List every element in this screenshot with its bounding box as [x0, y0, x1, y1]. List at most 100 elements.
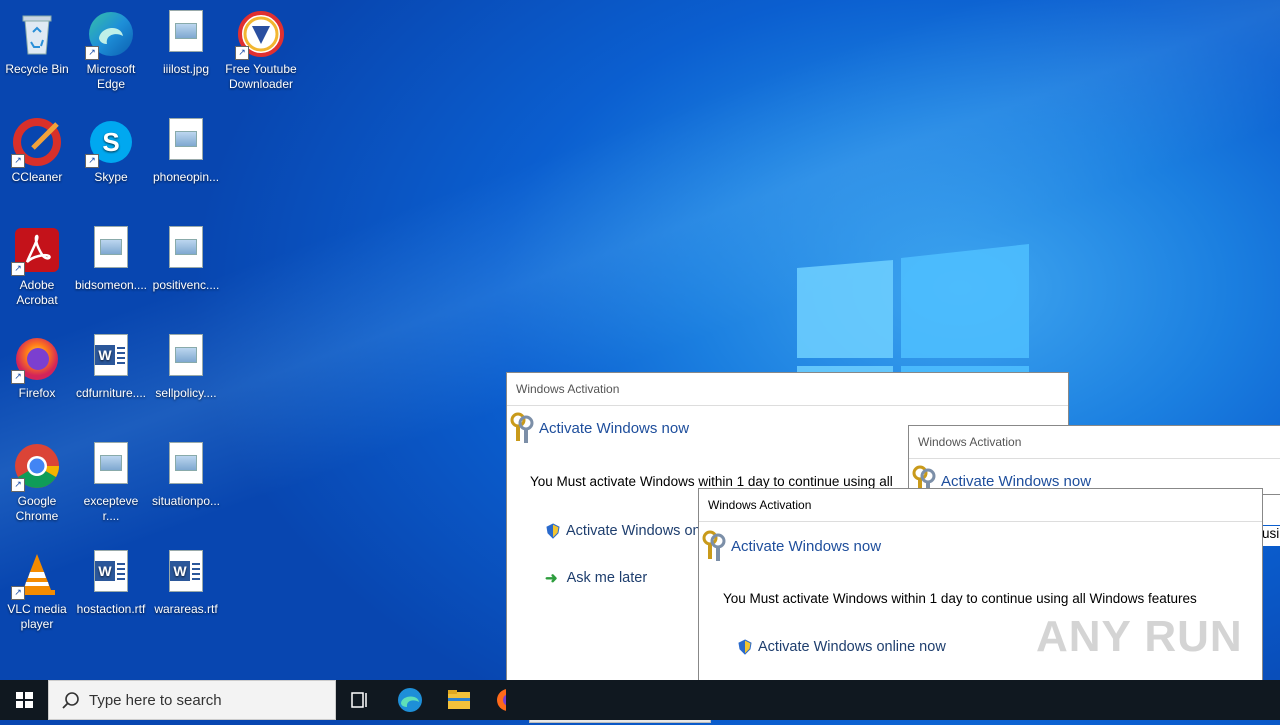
desktop-icon-label: Free Youtube Downloader — [225, 62, 297, 91]
desktop-icon-ccleaner[interactable]: ↗ CCleaner — [0, 112, 74, 185]
dialog-title: Windows Activation — [699, 489, 1262, 522]
recycle-bin-icon — [13, 10, 61, 58]
dialog-header: Activate Windows now — [699, 529, 881, 563]
desktop-icon-label: Skype — [94, 170, 128, 184]
desktop-icon-word-file[interactable]: W hostaction.rtf — [74, 544, 148, 617]
desktop-icon-recycle-bin[interactable]: Recycle Bin — [0, 4, 74, 77]
activation-dialog-middle[interactable]: Windows Activation Activate Windows now — [908, 425, 1280, 495]
activate-now-link[interactable]: Activate Windows now — [731, 538, 881, 555]
task-view-icon — [351, 692, 367, 708]
shortcut-arrow-icon: ↗ — [235, 46, 249, 60]
word-file-icon: W — [87, 334, 135, 382]
desktop-icon-label: phoneopin... — [152, 170, 220, 184]
image-file-icon — [162, 10, 210, 58]
edge-icon: ↗ — [85, 10, 135, 60]
desktop-icon-label: situationpo... — [151, 494, 221, 508]
youtube-downloader-icon: ↗ — [235, 10, 285, 60]
shortcut-arrow-icon: ↗ — [85, 154, 99, 168]
chrome-icon: ↗ — [11, 442, 61, 492]
image-file-icon — [87, 442, 135, 490]
keys-icon — [507, 411, 537, 445]
desktop-icon-label: Recycle Bin — [5, 62, 69, 76]
svg-text:S: S — [102, 127, 119, 157]
folder-icon — [448, 690, 470, 709]
keys-icon — [699, 529, 729, 563]
edge-icon — [398, 688, 422, 712]
desktop-icon-image-file[interactable]: bidsomeon.... — [74, 220, 148, 293]
desktop-icon-image-file[interactable]: phoneopin... — [149, 112, 223, 185]
task-view-button[interactable] — [336, 680, 384, 720]
desktop-icon-image-file[interactable]: situationpo... — [149, 436, 223, 509]
shortcut-arrow-icon: ↗ — [11, 478, 25, 492]
search-placeholder: Type here to search — [89, 692, 222, 709]
shield-icon — [738, 639, 752, 655]
start-button[interactable] — [0, 680, 48, 720]
option-activate-online[interactable]: Activate Windows online now — [737, 639, 946, 655]
desktop-icon-label: iiilost.jpg — [162, 62, 210, 76]
desktop-icon-free-youtube-downloader[interactable]: ↗ Free Youtube Downloader — [224, 4, 298, 92]
desktop-icon-image-file[interactable]: sellpolicy.... — [149, 328, 223, 401]
desktop-icon-label: hostaction.rtf — [76, 602, 146, 616]
activate-now-link[interactable]: Activate Windows now — [941, 473, 1091, 490]
firefox-icon: ↗ — [11, 334, 61, 384]
desktop-icon-label: positivenc.... — [152, 278, 220, 292]
desktop-icon-microsoft-edge[interactable]: ↗ Microsoft Edge — [74, 4, 148, 92]
shortcut-arrow-icon: ↗ — [11, 370, 25, 384]
dialog-title: Windows Activation — [507, 373, 1068, 406]
shortcut-arrow-icon: ↗ — [11, 154, 25, 168]
activate-now-link[interactable]: Activate Windows now — [539, 420, 689, 437]
desktop-icon-image-file[interactable]: iiilost.jpg — [149, 4, 223, 77]
desktop-icon-label: warareas.rtf — [154, 602, 218, 616]
taskbar-file-explorer-button[interactable] — [435, 680, 483, 720]
shortcut-arrow-icon: ↗ — [11, 262, 25, 276]
activation-message: You Must activate Windows within 1 day t… — [723, 591, 1197, 606]
middle-dialog-overflow-text: usi — [1262, 526, 1280, 546]
taskbar: Type here to search — [0, 680, 1280, 720]
option-activate-online[interactable]: Activate Windows on — [545, 523, 701, 539]
dialog-header: Activate Windows now — [507, 411, 689, 445]
desktop-icon-google-chrome[interactable]: ↗ Google Chrome — [0, 436, 74, 524]
desktop-icon-skype[interactable]: S ↗ Skype — [74, 112, 148, 185]
firefox-icon — [497, 689, 506, 711]
desktop-icon-word-file[interactable]: W cdfurniture.... — [74, 328, 148, 401]
desktop-icon-label: cdfurniture.... — [75, 386, 147, 400]
vlc-icon: ↗ — [11, 550, 61, 600]
desktop-icon-label: Microsoft Edge — [86, 62, 136, 91]
desktop-icon-label: Firefox — [18, 386, 56, 400]
image-file-icon — [162, 118, 210, 166]
desktop-icon-label: excepteve r.... — [83, 494, 139, 523]
desktop-icon-word-file[interactable]: W warareas.rtf — [149, 544, 223, 617]
desktop-icon-vlc[interactable]: ↗ VLC media player — [0, 544, 74, 632]
shield-icon — [546, 523, 560, 539]
skype-icon: S ↗ — [85, 118, 135, 168]
desktop-icon-firefox[interactable]: ↗ Firefox — [0, 328, 74, 401]
desktop-icon-label: sellpolicy.... — [155, 386, 217, 400]
desktop-icon-adobe-acrobat[interactable]: ↗ Adobe Acrobat — [0, 220, 74, 308]
middle-dialog-body — [1262, 495, 1280, 525]
word-file-icon: W — [87, 550, 135, 598]
desktop-icon-label: Adobe Acrobat — [16, 278, 58, 307]
desktop-icon-label: Google Chrome — [15, 494, 59, 523]
desktop-icon-image-file[interactable]: positivenc.... — [149, 220, 223, 293]
desktop-icon-label: VLC media player — [7, 602, 67, 631]
search-icon — [62, 692, 79, 709]
taskbar-search-box[interactable]: Type here to search — [48, 680, 336, 720]
image-file-icon — [162, 334, 210, 382]
shortcut-arrow-icon: ↗ — [85, 46, 99, 60]
image-file-icon — [87, 226, 135, 274]
image-file-icon — [162, 442, 210, 490]
desktop-icon-image-file[interactable]: excepteve r.... — [74, 436, 148, 524]
option-ask-later[interactable]: ➜ Ask me later — [545, 569, 647, 587]
dialog-title: Windows Activation — [909, 426, 1280, 459]
anyrun-watermark: ANY RUN — [1036, 612, 1243, 661]
taskbar-edge-button[interactable] — [386, 680, 434, 720]
taskbar-firefox-button[interactable] — [484, 680, 506, 720]
desktop-icon-label: bidsomeon.... — [74, 278, 148, 292]
green-arrow-icon: ➜ — [545, 570, 558, 587]
desktop-icon-label: CCleaner — [11, 170, 63, 184]
windows-start-icon — [16, 692, 33, 708]
shortcut-arrow-icon: ↗ — [11, 586, 25, 600]
activation-message: You Must activate Windows within 1 day t… — [530, 474, 893, 489]
wallpaper-windows-logo — [795, 242, 1035, 387]
word-file-icon: W — [162, 550, 210, 598]
